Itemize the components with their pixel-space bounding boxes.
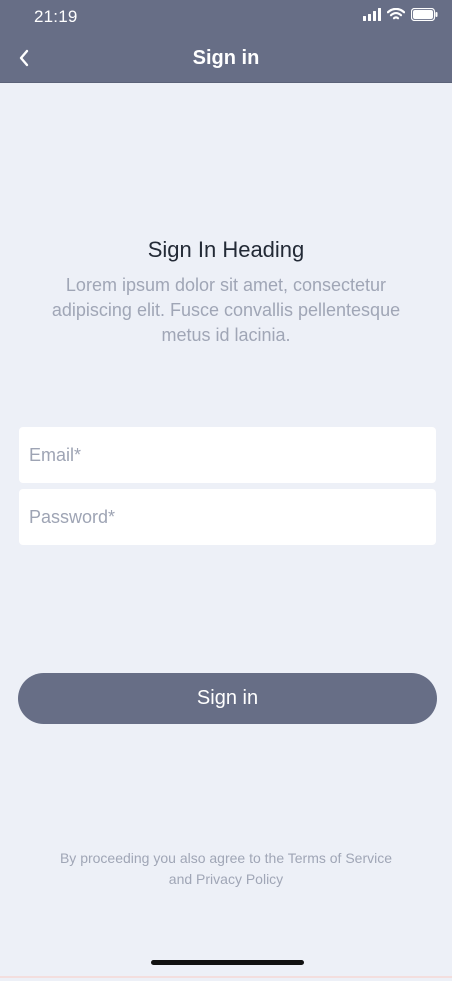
sign-in-button[interactable]: Sign in — [18, 673, 437, 724]
wifi-icon — [387, 8, 405, 20]
legal-line-1: By proceeding you also agree to the Term… — [59, 850, 393, 866]
legal-line-2: and Privacy Policy — [168, 871, 284, 887]
cellular-signal-icon — [363, 8, 381, 21]
page-title: Sign in — [192, 47, 260, 69]
top-bar: 21:19 Sign in — [0, 0, 452, 83]
bottom-edge-line — [0, 976, 452, 978]
status-time: 21:19 — [34, 7, 78, 26]
email-field[interactable] — [19, 427, 436, 483]
sign-in-description: Lorem ipsum dolor sit amet, consectetur … — [51, 275, 401, 345]
sign-in-heading: Sign In Heading — [147, 237, 305, 262]
status-icons — [363, 8, 438, 21]
password-field[interactable] — [19, 489, 436, 545]
battery-icon — [411, 8, 438, 21]
sign-in-screen: 21:19 Sign in Sign In Heading Lorem ipsu… — [0, 0, 452, 981]
home-indicator — [151, 960, 304, 965]
legal-notice: By proceeding you also agree to the Term… — [40, 848, 412, 890]
